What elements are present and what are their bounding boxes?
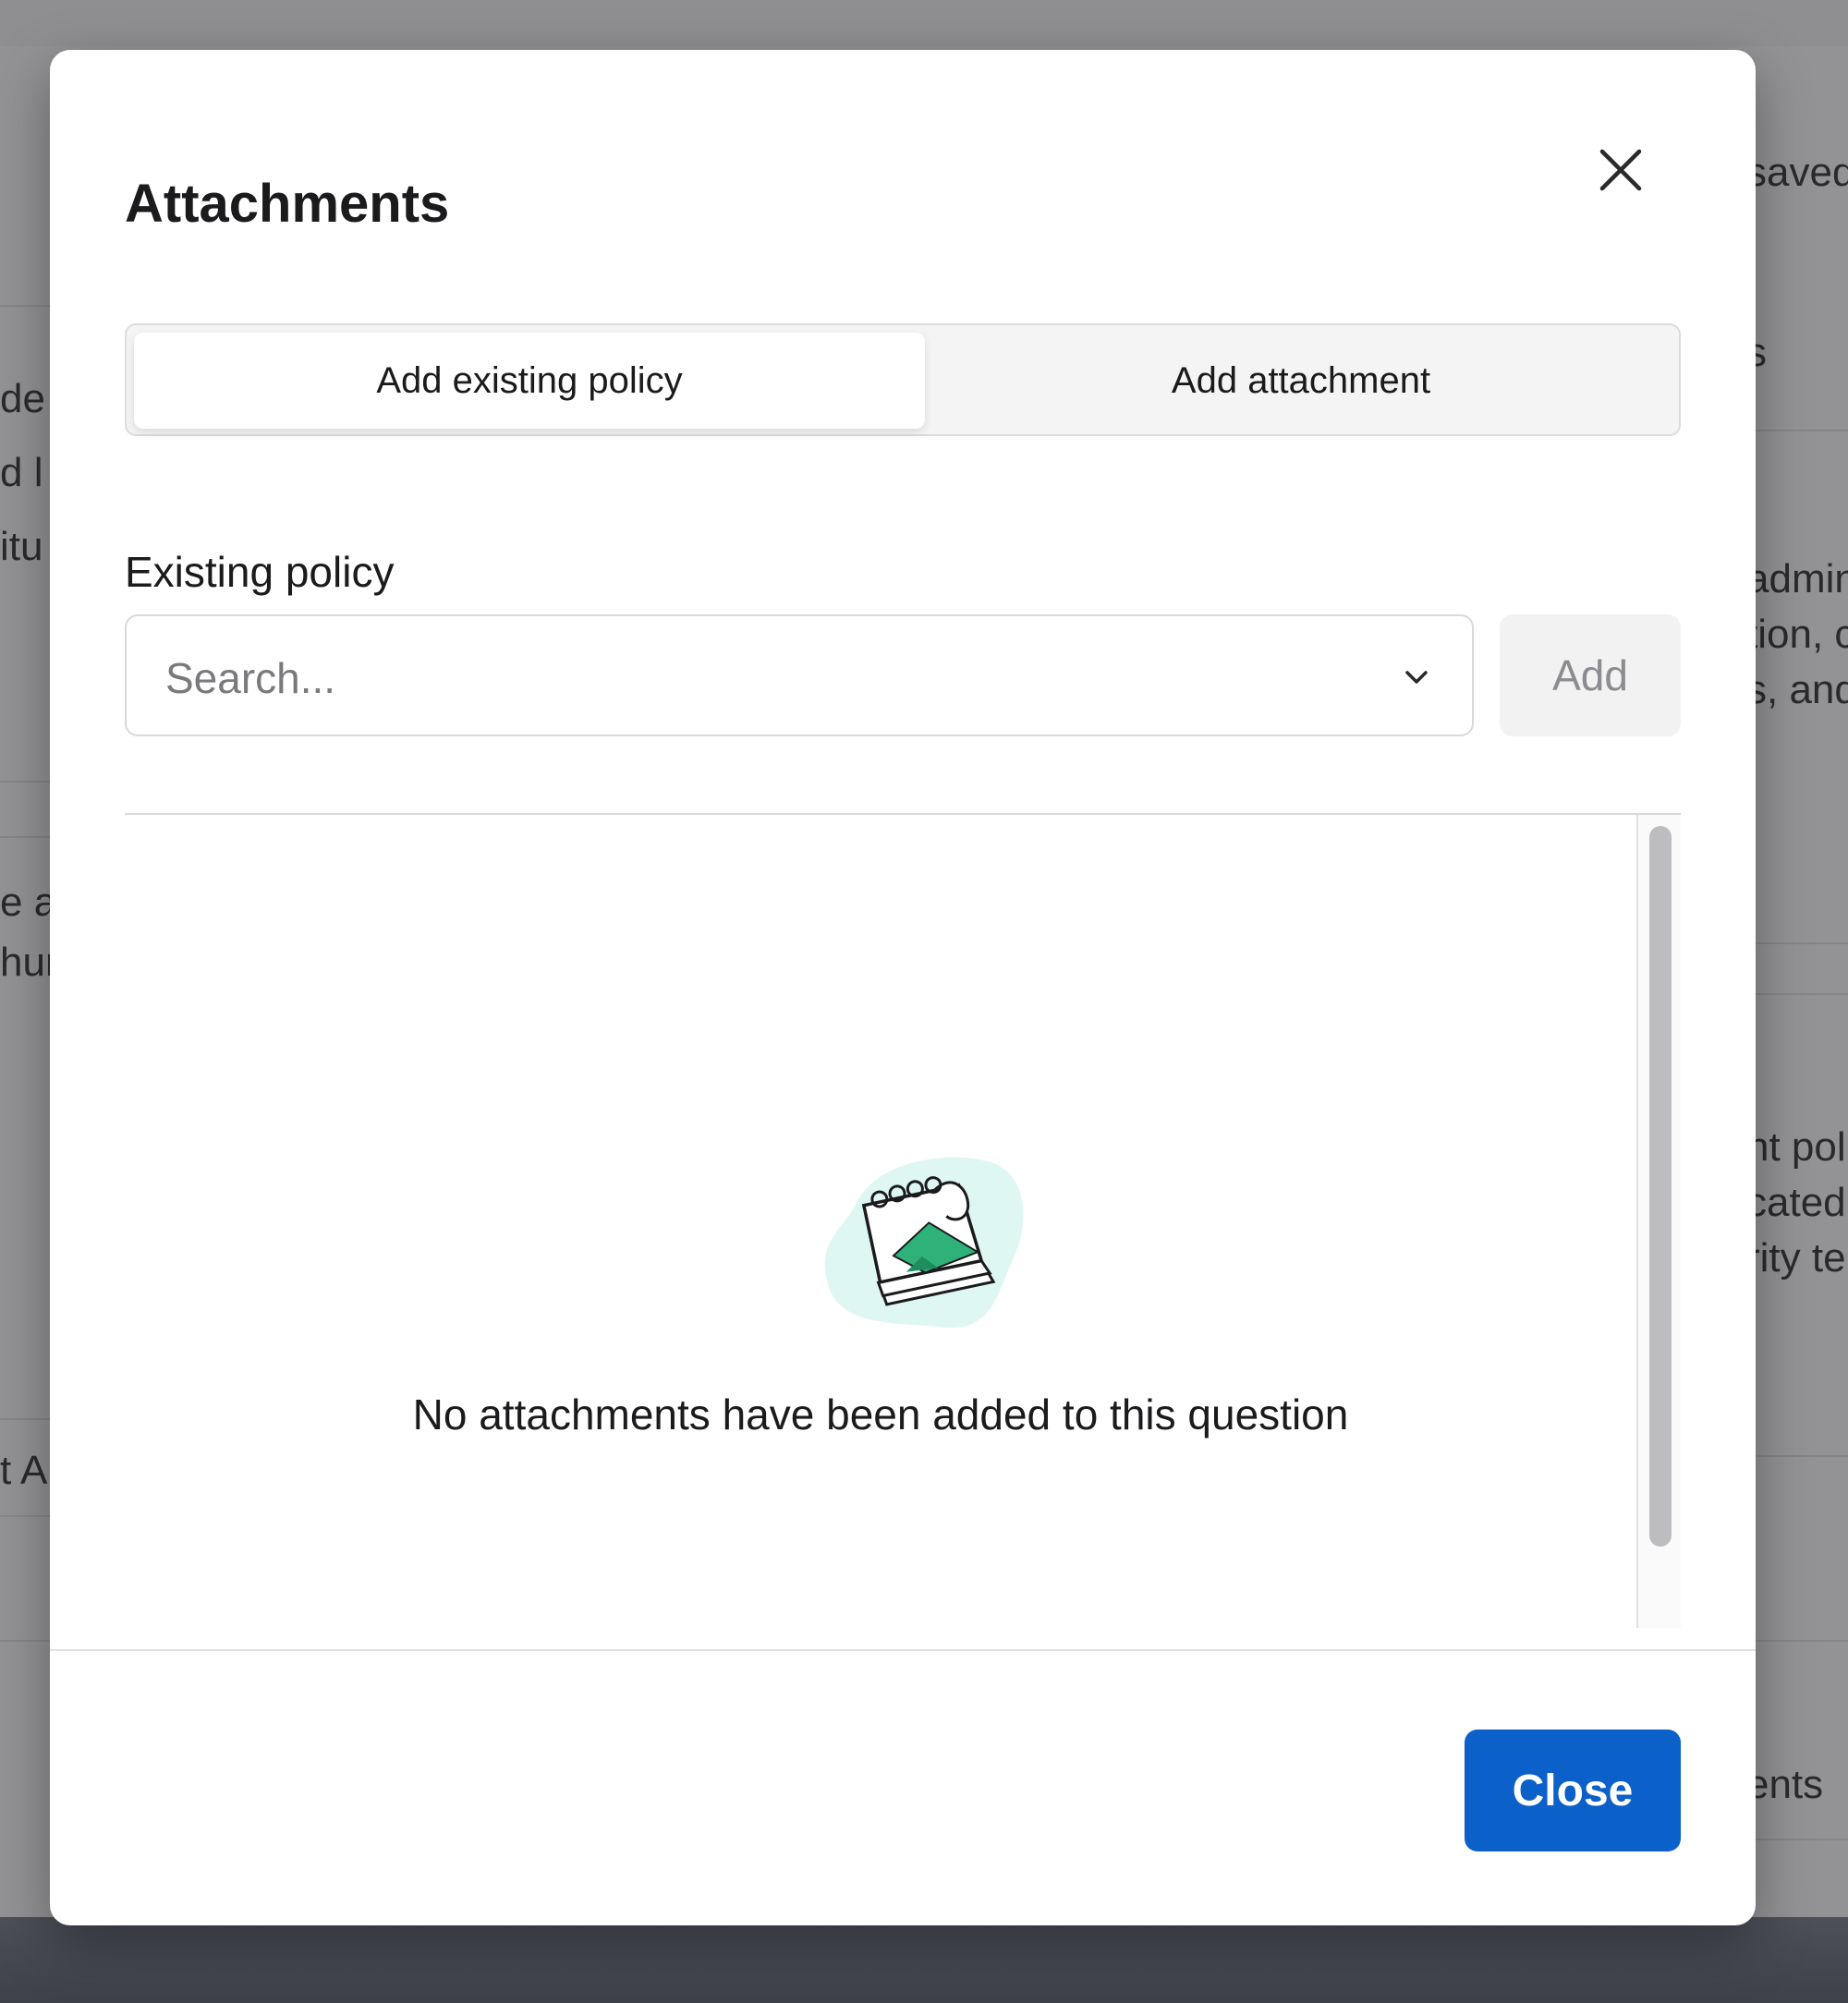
notepad-illustration xyxy=(818,1142,1040,1336)
background-text: tion, c xyxy=(1746,612,1848,657)
tab-add-existing-policy[interactable]: Add existing policy xyxy=(134,333,925,429)
background-divider xyxy=(1756,1640,1848,1642)
background-divider xyxy=(1756,1839,1848,1840)
background-divider xyxy=(0,836,50,838)
background-divider xyxy=(0,1640,50,1642)
policy-search-select[interactable]: Search... xyxy=(125,614,1474,736)
search-placeholder: Search... xyxy=(165,654,336,702)
scrollbar-thumb[interactable] xyxy=(1649,826,1672,1547)
background-topbar xyxy=(0,0,1848,46)
attachments-modal: Attachments Add existing policy Add atta… xyxy=(50,50,1756,1925)
background-text: admin xyxy=(1746,556,1848,601)
existing-policy-label: Existing policy xyxy=(125,548,395,596)
chevron-down-icon[interactable] xyxy=(1400,661,1433,694)
tab-add-attachment[interactable]: Add attachment xyxy=(927,333,1675,429)
background-divider xyxy=(1756,942,1848,944)
background-text: s, and xyxy=(1746,667,1848,712)
close-icon[interactable] xyxy=(1584,133,1658,207)
background-divider xyxy=(0,781,50,783)
tab-switcher: Add existing policy Add attachment xyxy=(125,323,1681,436)
background-text: de xyxy=(0,376,45,421)
scrollbar[interactable] xyxy=(1636,815,1681,1628)
background-text: cated xyxy=(1746,1180,1846,1225)
background-text: ents xyxy=(1746,1762,1824,1807)
background-text: e a xyxy=(0,880,57,925)
background-text: d l xyxy=(0,450,43,495)
background-text: t A xyxy=(0,1448,48,1493)
add-button[interactable]: Add xyxy=(1500,614,1681,736)
background-text: itu xyxy=(0,524,43,569)
close-button[interactable]: Close xyxy=(1465,1730,1681,1851)
background-text: rity te xyxy=(1746,1235,1846,1281)
background-divider xyxy=(0,305,50,307)
background-text: saved xyxy=(1746,150,1848,195)
footer-divider xyxy=(50,1649,1756,1651)
background-divider xyxy=(1756,1455,1848,1457)
background-divider xyxy=(1756,993,1848,995)
modal-title: Attachments xyxy=(125,174,450,234)
attachments-list: No attachments have been added to this q… xyxy=(125,813,1681,1628)
background-divider xyxy=(1756,430,1848,431)
empty-state-message: No attachments have been added to this q… xyxy=(412,1390,1349,1439)
background-divider xyxy=(0,1515,50,1517)
background-bottom xyxy=(0,1917,1848,2003)
background-divider xyxy=(0,1418,50,1420)
background-text: nt pol xyxy=(1746,1124,1846,1170)
